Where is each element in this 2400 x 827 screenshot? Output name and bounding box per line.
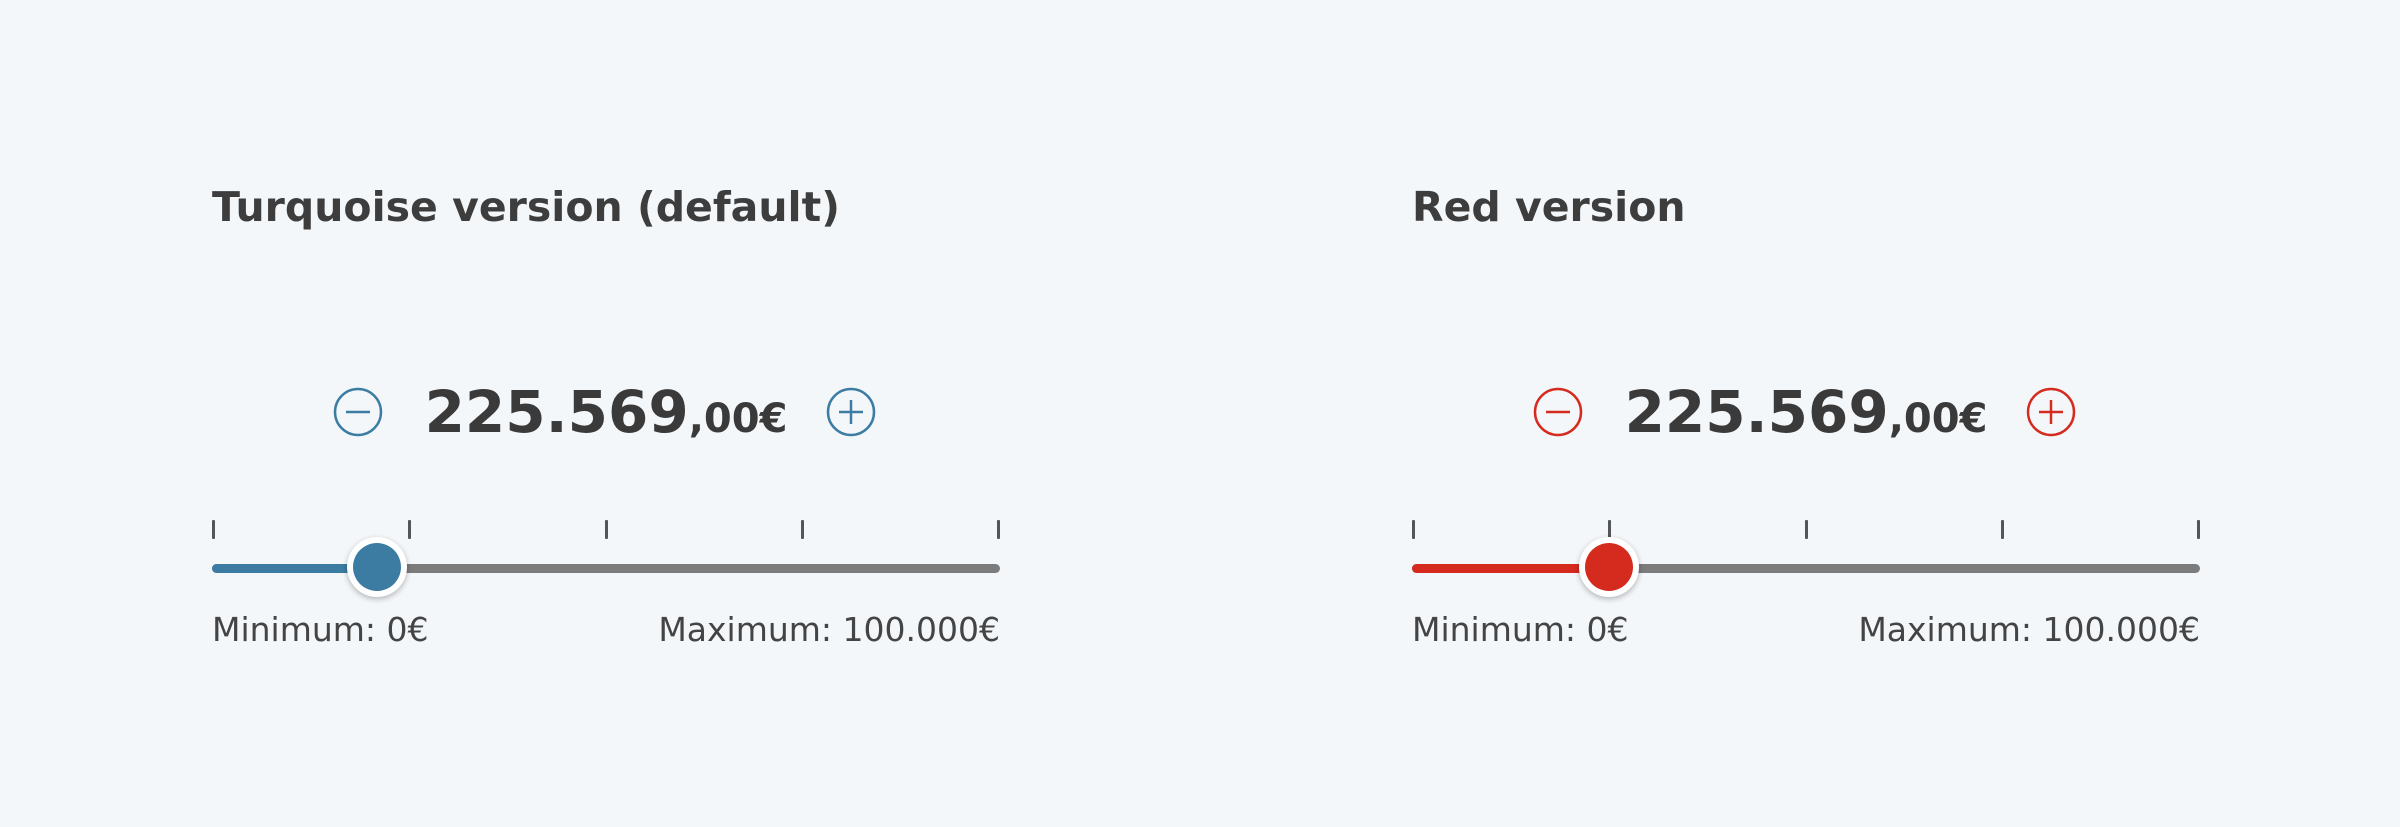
slider-track[interactable] (212, 564, 1000, 573)
minimum-label: Minimum: 0€ (1412, 610, 1629, 649)
tick-mark (1805, 520, 1808, 539)
slider-thumb[interactable] (1579, 537, 1639, 597)
tick-mark (997, 520, 1000, 539)
tick-mark (1412, 520, 1415, 539)
slider-panel-turquoise: Turquoise version (default) 225.569,00€ (212, 0, 1012, 827)
maximum-label: Maximum: 100.000€ (1858, 610, 2200, 649)
panel-title: Red version (1412, 183, 1686, 231)
tick-mark (2001, 520, 2004, 539)
maximum-label: Maximum: 100.000€ (658, 610, 1000, 649)
value-stepper: 225.569,00€ (212, 372, 1000, 452)
current-value: 225.569,00€ (1412, 372, 2200, 467)
slider-thumb[interactable] (347, 537, 407, 597)
plus-circle-icon (826, 387, 876, 437)
minimum-label: Minimum: 0€ (212, 610, 429, 649)
range-slider[interactable] (212, 512, 1000, 597)
slider-thumb-core (353, 543, 401, 591)
value-decimal: ,00€ (1888, 396, 1988, 442)
range-slider[interactable] (1412, 512, 2200, 597)
value-decimal: ,00€ (688, 396, 788, 442)
increment-button[interactable] (826, 387, 876, 437)
increment-button[interactable] (2026, 387, 2076, 437)
value-integer: 225.569 (424, 378, 689, 446)
tick-mark (408, 520, 411, 539)
tick-mark (605, 520, 608, 539)
slider-panel-red: Red version 225.569,00€ Minimum: 0€ Maxi… (1412, 0, 2212, 827)
panel-title: Turquoise version (default) (212, 183, 840, 231)
value-integer: 225.569 (1624, 378, 1889, 446)
tick-mark (212, 520, 215, 539)
current-value: 225.569,00€ (212, 372, 1000, 467)
tick-mark (801, 520, 804, 539)
plus-circle-icon (2026, 387, 2076, 437)
slider-thumb-core (1585, 543, 1633, 591)
slider-track[interactable] (1412, 564, 2200, 573)
tick-mark (2197, 520, 2200, 539)
value-stepper: 225.569,00€ (1412, 372, 2200, 452)
